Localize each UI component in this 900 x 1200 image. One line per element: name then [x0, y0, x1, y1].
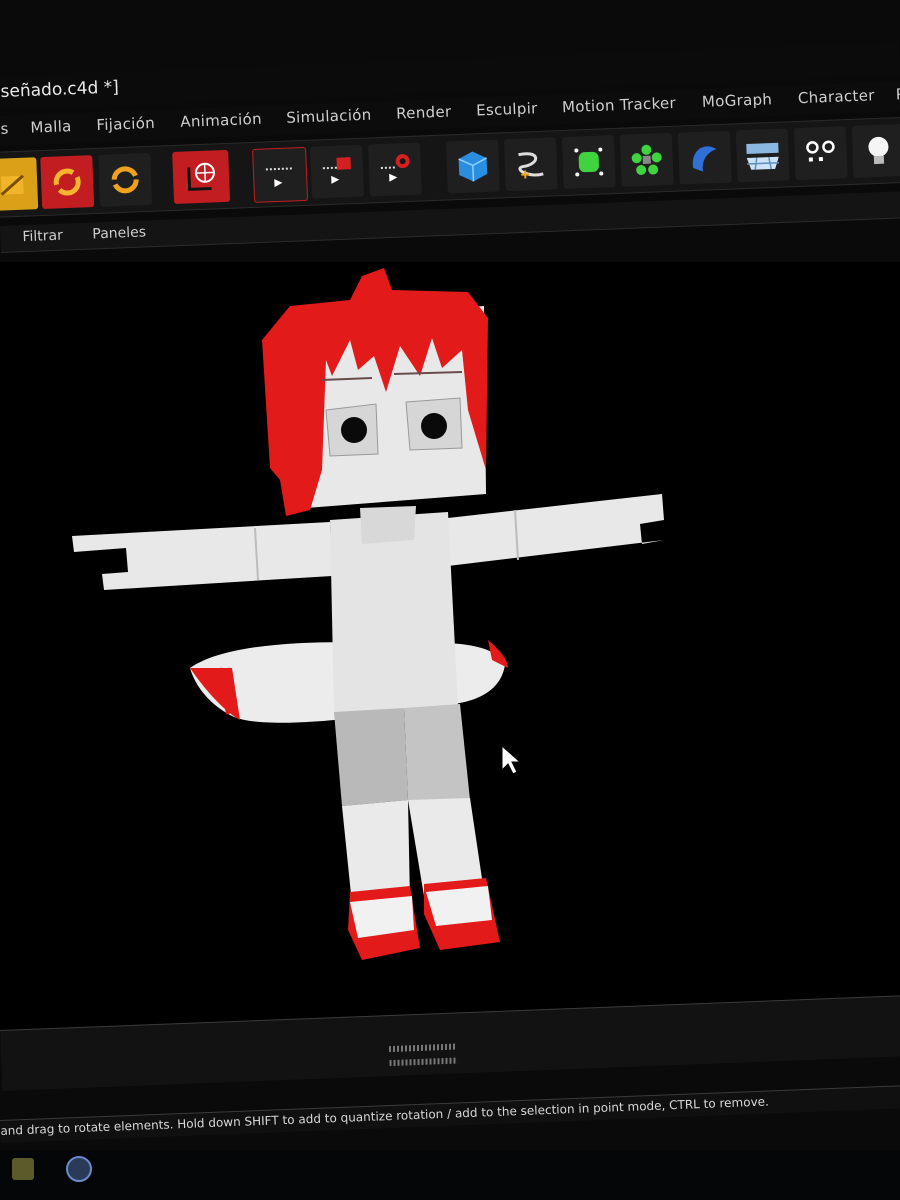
- cloner-button[interactable]: [619, 132, 674, 187]
- mouse-cursor: [501, 744, 522, 775]
- cloner-icon: [631, 144, 662, 176]
- panel-resize-grip[interactable]: [388, 1043, 458, 1053]
- floor-icon: [746, 142, 780, 170]
- render-settings-icon: [380, 154, 410, 182]
- menu-item-filtrar[interactable]: Filtrar: [22, 228, 63, 246]
- model-right-leg: [404, 704, 470, 800]
- move-tool-button[interactable]: [0, 157, 39, 212]
- model-right-arm: [448, 494, 664, 566]
- menu-item-esculpir[interactable]: Esculpir: [476, 99, 538, 119]
- scale-tool-button[interactable]: [98, 152, 153, 207]
- render-view-button[interactable]: [252, 146, 309, 203]
- subdivision-surface-button[interactable]: [561, 135, 616, 189]
- move-icon: [0, 174, 24, 196]
- model-torso: [330, 512, 458, 712]
- status-bar: and drag to rotate elements. Hold down S…: [0, 1084, 900, 1143]
- camera-button[interactable]: [793, 126, 848, 181]
- menu-item-motion-tracker[interactable]: Motion Tracker: [562, 94, 677, 116]
- rotate-icon: [53, 168, 81, 196]
- window-title: señado.c4d *]: [0, 77, 120, 102]
- menu-item-animacion[interactable]: Animación: [180, 110, 262, 131]
- panel-resize-grip[interactable]: [389, 1057, 458, 1067]
- menu-item-mograph[interactable]: MoGraph: [702, 90, 773, 111]
- subdivision-icon: [574, 147, 604, 177]
- 3d-viewport[interactable]: [0, 262, 900, 1042]
- floor-button[interactable]: [735, 128, 790, 183]
- menu-item-malla[interactable]: Malla: [30, 117, 72, 137]
- menu-item-simulacion[interactable]: Simulación: [286, 106, 372, 127]
- light-icon: [868, 136, 889, 165]
- spline-pen-icon: [518, 152, 544, 179]
- menu-item-plugins[interactable]: Pl: [895, 85, 900, 104]
- scale-icon: [111, 166, 139, 194]
- screen: señado.c4d *] s Malla Fijación Animación…: [0, 0, 900, 1200]
- render-picture-viewer-icon: [322, 157, 351, 184]
- menu-item-paneles[interactable]: Paneles: [92, 224, 146, 242]
- world-coords-icon: [187, 162, 215, 191]
- media-player-icon[interactable]: [12, 1158, 34, 1180]
- os-taskbar: [0, 1150, 900, 1200]
- cube-icon: [458, 151, 488, 182]
- cube-object-button[interactable]: [445, 139, 500, 194]
- menu-item-partial[interactable]: s: [0, 120, 9, 138]
- rotate-tool-button[interactable]: [40, 155, 95, 210]
- menu-item-character[interactable]: Character: [798, 86, 875, 107]
- camera-icon: [806, 140, 835, 162]
- render-view-icon: [265, 167, 294, 188]
- cinema4d-app-icon[interactable]: [66, 1156, 92, 1182]
- deformer-icon: [692, 146, 717, 172]
- status-text: and drag to rotate elements. Hold down S…: [0, 1094, 770, 1138]
- world-coords-button[interactable]: [172, 149, 231, 204]
- spline-pen-button[interactable]: [503, 137, 558, 192]
- model-left-leg: [334, 708, 408, 806]
- render-settings-button[interactable]: [367, 142, 422, 197]
- light-button[interactable]: [851, 123, 900, 178]
- character-model: [72, 268, 664, 960]
- deformer-button[interactable]: [677, 130, 732, 185]
- render-picture-viewer-button[interactable]: [310, 144, 364, 199]
- model-left-arm: [72, 522, 332, 590]
- menu-item-render[interactable]: Render: [396, 103, 452, 123]
- menu-item-fijacion[interactable]: Fijación: [96, 114, 155, 134]
